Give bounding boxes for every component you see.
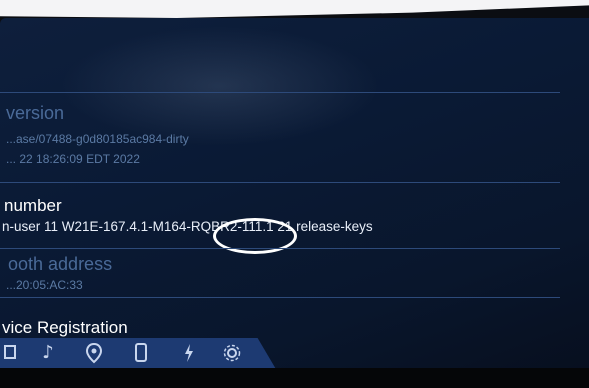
bluetooth-address-title: ooth address — [8, 254, 113, 274]
energy-icon[interactable] — [178, 342, 200, 364]
device-registration-title[interactable]: vice Registration — [2, 318, 128, 338]
build-number-title: number — [4, 196, 62, 215]
settings-icon[interactable] — [222, 342, 244, 364]
phone-icon[interactable] — [130, 342, 152, 364]
divider — [0, 248, 560, 249]
car-infotainment-screen: version ...ase/07488-g0d80185ac984-dirty… — [0, 0, 589, 388]
location-icon[interactable] — [83, 342, 105, 364]
top-glare-area — [0, 0, 589, 18]
home-icon[interactable] — [0, 342, 22, 364]
divider — [0, 182, 560, 183]
build-number-value: n-user 11 W21E-167.4.1-M164-RQBR2-111.1 … — [2, 219, 373, 234]
divider — [0, 92, 560, 93]
settings-display — [0, 18, 589, 368]
version-title: version — [6, 103, 65, 123]
version-line-1: ...ase/07488-g0d80185ac984-dirty — [6, 132, 189, 146]
bluetooth-address-value: ...20:05:AC:33 — [6, 278, 83, 292]
version-line-2: ... 22 18:26:09 EDT 2022 — [6, 152, 140, 166]
screen-bezel-bottom — [0, 368, 589, 388]
music-icon[interactable]: ♪ — [37, 342, 59, 364]
divider — [0, 297, 560, 298]
screen-glare — [60, 26, 380, 146]
